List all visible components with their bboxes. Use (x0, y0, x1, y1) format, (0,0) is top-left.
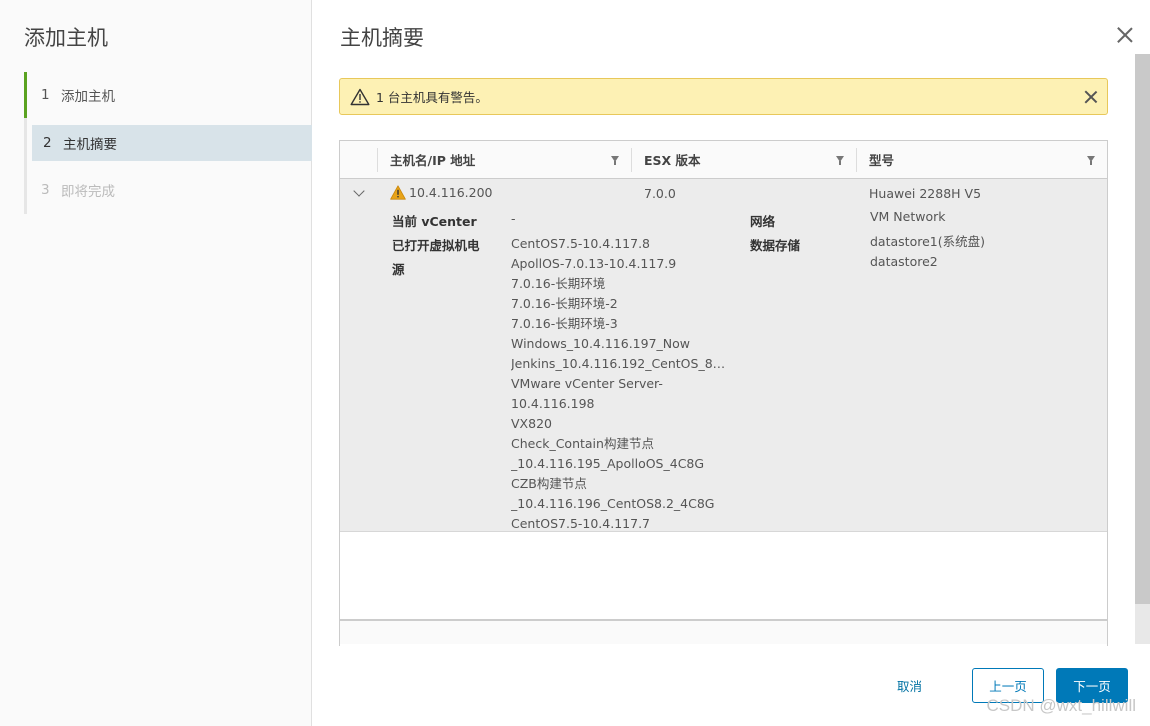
filter-icon[interactable] (836, 156, 844, 165)
column-label: 型号 (869, 153, 895, 168)
column-label: 主机名/IP 地址 (390, 153, 476, 168)
step-number: 3 (41, 182, 50, 198)
list-item: Check_Contain构建节点 (511, 436, 654, 451)
vcenter-label: 当前 vCenter (392, 214, 477, 229)
filter-icon[interactable] (611, 156, 619, 165)
list-item: Windows_10.4.116.197_Now (511, 336, 691, 351)
host-model: Huawei 2288H V5 (869, 186, 982, 201)
wizard-steps: 1 添加主机 2 主机摘要 3 即将完成 (24, 72, 312, 214)
expander-column (340, 141, 377, 178)
powered-vms-label: 已打开虚拟机电 (392, 238, 480, 253)
grid-footer (340, 620, 1107, 644)
wizard-sidebar: 添加主机 1 添加主机 2 主机摘要 3 即将完成 (0, 0, 312, 726)
esx-version: 7.0.0 (644, 186, 676, 201)
network-value: VM Network (870, 209, 946, 224)
list-item: 10.4.116.198 (511, 396, 595, 411)
column-esx-version[interactable]: ESX 版本 (631, 141, 856, 178)
grid-header: 主机名/IP 地址 ESX 版本 型号 (340, 141, 1107, 179)
host-summary-grid: 主机名/IP 地址 ESX 版本 型号 10.4.116.200 7.0.0 H… (339, 140, 1108, 646)
list-item: CentOS7.5-10.4.117.7 (511, 516, 650, 531)
column-host[interactable]: 主机名/IP 地址 (377, 141, 631, 178)
list-item: CentOS7.5-10.4.117.8 (511, 236, 650, 251)
page-title: 主机摘要 (340, 26, 424, 50)
datastore-list: datastore1(系统盘) datastore2 (870, 232, 985, 272)
step-label: 添加主机 (61, 89, 115, 105)
list-item: VMware vCenter Server- (511, 376, 663, 391)
host-cell: 10.4.116.200 (390, 185, 493, 200)
list-item: _10.4.116.196_CentOS8.2_4C8G (511, 496, 715, 511)
column-label: ESX 版本 (644, 153, 701, 168)
cancel-button[interactable]: 取消 (897, 676, 922, 695)
list-item: 7.0.16-长期环境-3 (511, 316, 618, 331)
datastore-label: 数据存储 (750, 238, 801, 253)
step-host-summary[interactable]: 2 主机摘要 (32, 125, 312, 161)
list-item: _10.4.116.195_ApolloOS_4C8G (511, 456, 705, 471)
wizard-main: 主机摘要 1 台主机具有警告。 主机名/IP 地址 ESX 版本 型号 10.4… (312, 0, 1150, 726)
step-add-host[interactable]: 1 添加主机 (24, 72, 312, 118)
list-item: VX820 (511, 416, 552, 431)
warning-icon (390, 185, 406, 200)
vcenter-value: - (511, 211, 516, 226)
step-number: 1 (41, 87, 50, 103)
filter-icon[interactable] (1087, 156, 1095, 165)
watermark: CSDN @wxt_hillwill (986, 696, 1137, 715)
alert-text: 1 台主机具有警告。 (376, 90, 488, 105)
close-icon[interactable] (1114, 24, 1136, 46)
alert-close-icon[interactable] (1083, 89, 1099, 105)
list-item: 7.0.16-长期环境 (511, 276, 606, 291)
warning-alert: 1 台主机具有警告。 (339, 78, 1108, 115)
column-model[interactable]: 型号 (856, 141, 1107, 178)
list-item: datastore1(系统盘) (870, 234, 985, 249)
host-address: 10.4.116.200 (409, 185, 493, 200)
list-item: 7.0.16-长期环境-2 (511, 296, 618, 311)
grid-empty-area (340, 532, 1107, 620)
step-label: 即将完成 (61, 184, 115, 200)
list-item: Jenkins_10.4.116.192_CentOS_8C... (511, 356, 726, 371)
list-item: CZB构建节点 (511, 476, 587, 491)
warning-icon (350, 88, 370, 105)
network-label: 网络 (750, 214, 776, 229)
scrollbar-thumb[interactable] (1135, 54, 1150, 604)
table-row: 10.4.116.200 7.0.0 Huawei 2288H V5 当前 vC… (340, 179, 1107, 532)
powered-vms-list: CentOS7.5-10.4.117.8 ApollOS-7.0.13-10.4… (511, 234, 726, 534)
list-item: datastore2 (870, 254, 938, 269)
wizard-title: 添加主机 (24, 26, 108, 50)
powered-vms-label-cont: 源 (392, 262, 405, 277)
step-label: 主机摘要 (63, 137, 117, 153)
list-item: ApollOS-7.0.13-10.4.117.9 (511, 256, 677, 271)
step-number: 2 (43, 135, 52, 151)
chevron-down-icon[interactable] (354, 187, 364, 197)
step-ready-to-complete: 3 即将完成 (27, 172, 312, 208)
scrollbar[interactable] (1135, 54, 1150, 644)
